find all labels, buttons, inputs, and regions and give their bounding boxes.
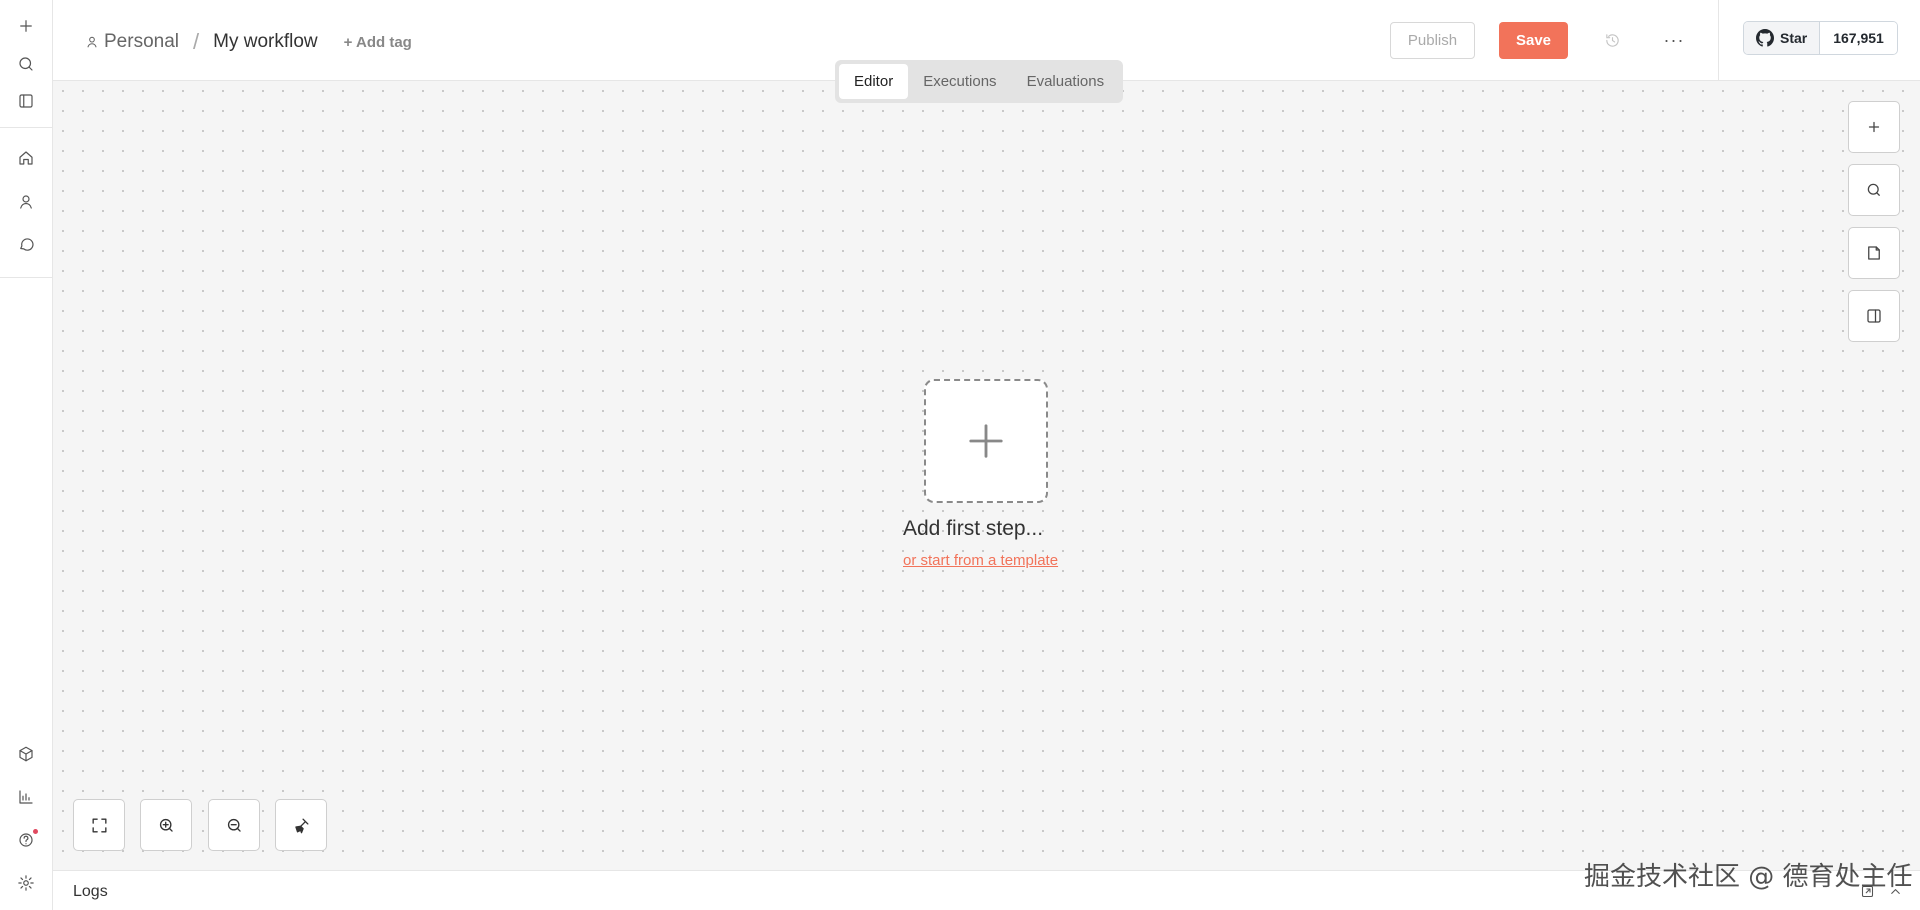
zoom-in-button[interactable] <box>140 799 192 851</box>
sidebar-divider <box>0 277 53 278</box>
user-icon <box>87 36 97 48</box>
zoom-out-button[interactable] <box>208 799 260 851</box>
fit-view-button[interactable] <box>73 799 125 851</box>
github-star-label: Star <box>1780 30 1808 46</box>
add-first-step-node[interactable] <box>924 379 1048 503</box>
save-button[interactable]: Save <box>1499 22 1568 59</box>
publish-button[interactable]: Publish <box>1390 22 1475 59</box>
breadcrumb: Personal / My workflow + Add tag <box>85 29 412 55</box>
notification-dot <box>33 829 38 834</box>
logs-label: Logs <box>73 883 108 900</box>
tab-editor[interactable]: Editor <box>839 64 909 99</box>
broom-icon <box>294 817 309 833</box>
start-from-template-link[interactable]: or start from a template <box>903 552 1058 569</box>
zoom-in-icon <box>159 818 173 832</box>
breadcrumb-project[interactable]: Personal <box>85 31 179 53</box>
breadcrumb-separator: / <box>193 29 200 54</box>
sidebar-divider <box>0 127 53 128</box>
header-divider <box>1718 0 1719 81</box>
github-star-button[interactable]: Star <box>1744 22 1821 54</box>
view-tabs: Editor Executions Evaluations <box>835 60 1124 103</box>
fit-view-icon <box>91 817 107 833</box>
templates-icon[interactable] <box>12 740 40 768</box>
tab-executions[interactable]: Executions <box>908 64 1011 99</box>
app-window: Personal / My workflow + Add tag Publish… <box>0 0 1920 910</box>
history-icon[interactable] <box>1599 27 1625 53</box>
search-icon <box>1867 183 1880 196</box>
github-icon <box>1756 29 1774 47</box>
insights-chart-icon[interactable] <box>12 783 40 811</box>
chat-icon[interactable] <box>12 230 40 258</box>
github-star-count[interactable]: 167,951 <box>1820 22 1897 54</box>
plus-icon <box>969 424 1003 458</box>
project-name: Personal <box>104 31 179 52</box>
github-star-widget: Star 167,951 <box>1743 21 1898 55</box>
plus-icon <box>1868 121 1880 133</box>
zoom-out-icon <box>227 818 241 832</box>
watermark-text: 掘金技术社区 @ 德育处主任 <box>1584 862 1913 892</box>
home-icon[interactable] <box>12 144 40 172</box>
add-node-button[interactable] <box>1848 101 1900 153</box>
toggle-panel-button[interactable] <box>1848 290 1900 342</box>
add-tag-button[interactable]: + Add tag <box>344 34 412 51</box>
create-plus-icon[interactable] <box>12 12 40 40</box>
more-options-button[interactable]: ··· <box>1661 27 1687 53</box>
toggle-sidebar-icon[interactable] <box>12 87 40 115</box>
sticky-note-button[interactable] <box>1848 227 1900 279</box>
search-nodes-button[interactable] <box>1848 164 1900 216</box>
workflow-name[interactable]: My workflow <box>213 31 318 53</box>
left-sidebar <box>0 0 53 910</box>
panel-right-icon <box>1867 309 1881 323</box>
tab-evaluations[interactable]: Evaluations <box>1012 64 1120 99</box>
search-icon[interactable] <box>12 50 40 78</box>
add-first-step-label: Add first step... <box>903 517 1044 540</box>
settings-gear-icon[interactable] <box>12 869 40 897</box>
user-icon[interactable] <box>12 188 40 216</box>
sticky-note-icon <box>1868 246 1880 260</box>
help-icon[interactable] <box>12 826 40 854</box>
tidy-up-button[interactable] <box>275 799 327 851</box>
